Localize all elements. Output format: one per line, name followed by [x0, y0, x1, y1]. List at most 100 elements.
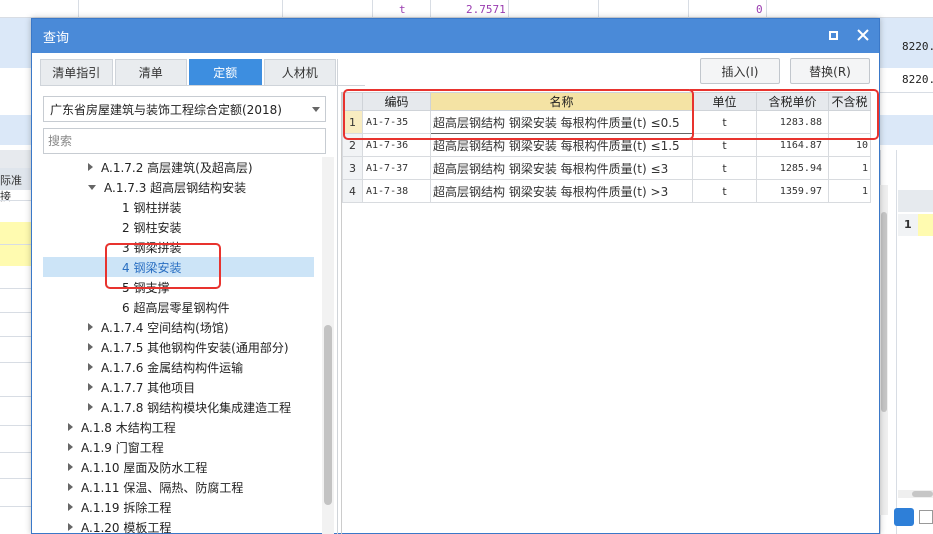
cell-price-tax[interactable]: 1164.87: [756, 133, 829, 157]
tree-leaf[interactable]: 6 超高层零星钢构件: [43, 297, 314, 317]
bg-right-band: [880, 115, 933, 145]
tree-leaf-selected[interactable]: 4 钢梁安装: [43, 257, 314, 277]
tree-leaf[interactable]: 2 钢柱安装: [43, 217, 314, 237]
bg-cell-unit: t: [399, 3, 406, 16]
panel-splitter[interactable]: [337, 59, 338, 534]
cell-unit[interactable]: t: [692, 110, 757, 134]
cell-price-notax[interactable]: 1: [828, 179, 871, 203]
cell-unit[interactable]: t: [692, 156, 757, 180]
tab-labor-material-machine[interactable]: 人材机: [263, 59, 336, 85]
close-icon[interactable]: [855, 27, 871, 43]
header-name[interactable]: 名称: [430, 92, 693, 111]
expand-arrow-icon[interactable]: [68, 423, 73, 431]
tree-node[interactable]: A.1.8 木结构工程: [43, 417, 314, 437]
tree-node[interactable]: A.1.9 门窗工程: [43, 437, 314, 457]
tree-node[interactable]: A.1.7.4 空间结构(场馆): [43, 317, 314, 337]
bg-left-band: [0, 115, 31, 145]
cell-name[interactable]: 超高层钢结构 钢梁安装 每根构件质量(t) ≤3: [430, 156, 693, 180]
cell-price-tax[interactable]: 1283.88: [756, 110, 829, 134]
expand-arrow-icon[interactable]: [88, 363, 93, 371]
collapse-arrow-icon[interactable]: [88, 184, 96, 190]
header-price-tax[interactable]: 含税单价: [756, 92, 829, 111]
dialog-title: 查询: [43, 30, 70, 46]
tree-scrollbar[interactable]: [322, 157, 334, 534]
cell-price-notax[interactable]: [828, 110, 871, 134]
tree-node[interactable]: A.1.11 保温、隔热、防腐工程: [43, 477, 314, 497]
cell-unit[interactable]: t: [692, 133, 757, 157]
cell-price-notax[interactable]: 1: [828, 156, 871, 180]
bg-row-line: [0, 312, 31, 313]
tree-node[interactable]: A.1.7.2 高层建筑(及超高层): [43, 157, 314, 177]
cell-code[interactable]: A1-7-38: [362, 179, 431, 203]
cell-code[interactable]: A1-7-37: [362, 156, 431, 180]
table-header-row: 编码 名称 单位 含税单价 不含税: [342, 92, 871, 111]
cell-code[interactable]: A1-7-35: [362, 110, 431, 134]
bg-cell-qty: 2.7571: [466, 3, 506, 16]
table-row[interactable]: 3 A1-7-37 超高层钢结构 钢梁安装 每根构件质量(t) ≤3 t 128…: [342, 156, 871, 180]
expand-arrow-icon[interactable]: [88, 323, 93, 331]
tree-node[interactable]: A.1.7.6 金属结构构件运输: [43, 357, 314, 377]
maximize-icon[interactable]: [825, 27, 841, 43]
tree-node[interactable]: A.1.19 拆除工程: [43, 497, 314, 517]
tree-node[interactable]: A.1.10 屋面及防水工程: [43, 457, 314, 477]
cell-price-tax[interactable]: 1359.97: [756, 179, 829, 203]
bg-right-scroll-thumb[interactable]: [881, 212, 887, 412]
tree-node[interactable]: A.1.7.3 超高层钢结构安装: [43, 177, 314, 197]
bg-right-hscroll-thumb[interactable]: [912, 491, 933, 497]
quota-library-select[interactable]: 广东省房屋建筑与装饰工程综合定额(2018): [43, 96, 326, 122]
cell-price-tax[interactable]: 1285.94: [756, 156, 829, 180]
bg-side-value: 8220.: [902, 73, 933, 86]
tab-bill[interactable]: 清单: [114, 59, 187, 85]
tree-node[interactable]: A.1.7.5 其他钢构件安装(通用部分): [43, 337, 314, 357]
tab-bar: 清单指引 清单 定额 人材机: [40, 59, 336, 85]
expand-arrow-icon[interactable]: [68, 503, 73, 511]
row-number: 2: [342, 133, 363, 157]
insert-button[interactable]: 插入(I): [700, 58, 780, 84]
dialog-titlebar[interactable]: 查询: [32, 19, 879, 53]
search-input[interactable]: [43, 128, 326, 154]
left-panel: 清单指引 清单 定额 人材机 广东省房屋建筑与装饰工程综合定额(2018) A.…: [40, 59, 365, 534]
bg-left-selected: [0, 18, 31, 68]
bg-col-divider: [766, 0, 767, 18]
tree-scroll-thumb[interactable]: [324, 325, 332, 505]
header-unit[interactable]: 单位: [692, 92, 757, 111]
expand-arrow-icon[interactable]: [88, 343, 93, 351]
header-row-number: [342, 92, 363, 111]
layout-toggle-icon[interactable]: [894, 508, 914, 526]
expand-arrow-icon[interactable]: [68, 443, 73, 451]
tree-node[interactable]: A.1.7.7 其他项目: [43, 377, 314, 397]
tree-leaf[interactable]: 1 钢柱拼装: [43, 197, 314, 217]
bg-divider: [896, 150, 897, 534]
bg-col-divider: [688, 0, 689, 18]
query-dialog: 查询 清单指引 清单 定额 人材机 广东省房屋建筑与装饰工程综合定额(2018)…: [31, 18, 880, 534]
tree-node[interactable]: A.1.20 模板工程: [43, 517, 314, 534]
tree-leaf[interactable]: 5 钢支撑: [43, 277, 314, 297]
header-code[interactable]: 编码: [362, 92, 431, 111]
tree-node[interactable]: A.1.7.8 钢结构模块化集成建造工程: [43, 397, 314, 417]
expand-arrow-icon[interactable]: [68, 483, 73, 491]
table-row[interactable]: 4 A1-7-38 超高层钢结构 钢梁安装 每根构件质量(t) >3 t 135…: [342, 179, 871, 203]
bg-col-divider: [372, 0, 373, 18]
tree-leaf[interactable]: 3 钢梁拼装: [43, 237, 314, 257]
cell-code[interactable]: A1-7-36: [362, 133, 431, 157]
expand-arrow-icon[interactable]: [88, 383, 93, 391]
expand-arrow-icon[interactable]: [68, 463, 73, 471]
bg-col-divider: [430, 0, 431, 18]
tab-quota[interactable]: 定额: [189, 59, 262, 85]
bg-row-line: [0, 506, 31, 507]
replace-button[interactable]: 替换(R): [790, 58, 870, 84]
cell-name[interactable]: 超高层钢结构 钢梁安装 每根构件质量(t) >3: [430, 179, 693, 203]
cell-price-notax[interactable]: 10: [828, 133, 871, 157]
cell-name[interactable]: 超高层钢结构 钢梁安装 每根构件质量(t) ≤0.5: [430, 110, 693, 134]
cell-unit[interactable]: t: [692, 179, 757, 203]
cell-name[interactable]: 超高层钢结构 钢梁安装 每根构件质量(t) ≤1.5: [430, 133, 693, 157]
layout-toggle-alt-icon[interactable]: [919, 510, 933, 524]
header-price-notax[interactable]: 不含税: [828, 92, 871, 111]
bg-col-divider: [508, 0, 509, 18]
expand-arrow-icon[interactable]: [68, 523, 73, 531]
tab-bill-guide[interactable]: 清单指引: [40, 59, 113, 85]
table-row[interactable]: 1 A1-7-35 超高层钢结构 钢梁安装 每根构件质量(t) ≤0.5 t 1…: [342, 110, 871, 134]
expand-arrow-icon[interactable]: [88, 163, 93, 171]
expand-arrow-icon[interactable]: [88, 403, 93, 411]
table-row[interactable]: 2 A1-7-36 超高层钢结构 钢梁安装 每根构件质量(t) ≤1.5 t 1…: [342, 133, 871, 157]
